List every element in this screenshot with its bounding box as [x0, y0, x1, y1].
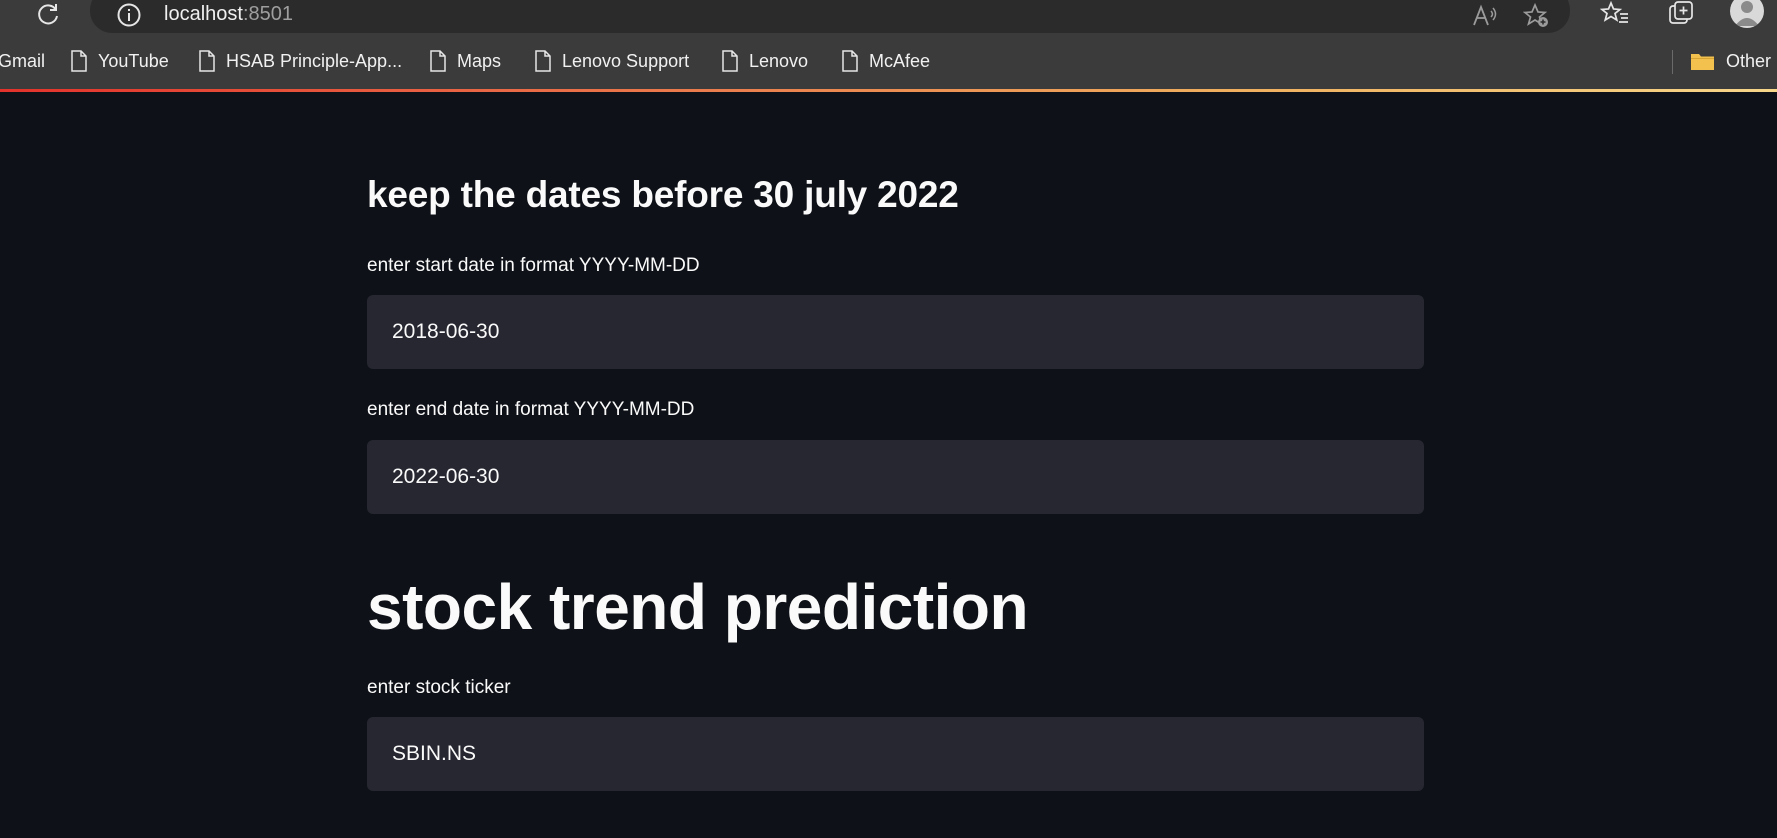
browser-chrome: localhost:8501 Gmail YouTube HSAB Princi… [0, 0, 1777, 92]
bookmark-label: Lenovo Support [562, 50, 690, 71]
bookmark-hsab[interactable]: HSAB Principle-App... [198, 44, 402, 78]
bookmark-youtube[interactable]: YouTube [70, 44, 169, 78]
page-icon [721, 49, 739, 73]
page-icon [429, 49, 447, 73]
bookmark-gmail[interactable]: Gmail [0, 44, 45, 78]
url-port: :8501 [242, 3, 293, 25]
start-date-label: enter start date in format YYYY-MM-DD [367, 255, 700, 276]
end-date-label: enter end date in format YYYY-MM-DD [367, 399, 695, 420]
page-title: stock trend prediction [367, 571, 1029, 643]
bookmark-label: Gmail [0, 50, 46, 71]
bookmark-maps[interactable]: Maps [429, 44, 501, 78]
bookmark-label: Lenovo [749, 50, 809, 71]
read-aloud-icon[interactable] [1470, 2, 1500, 30]
folder-icon [1690, 50, 1716, 72]
start-date-input[interactable] [367, 295, 1424, 369]
favorites-icon[interactable] [1598, 0, 1632, 28]
app-main: keep the dates before 30 july 2022 enter… [0, 92, 1777, 838]
bookmark-label: McAfee [869, 50, 931, 71]
page-icon [841, 49, 859, 73]
profile-avatar[interactable] [1730, 0, 1764, 28]
url-text[interactable]: localhost:8501 [164, 0, 293, 28]
address-bar[interactable]: localhost:8501 [90, 0, 1570, 33]
page-icon [70, 49, 88, 73]
bookmark-label: Maps [457, 50, 502, 71]
bookmark-label: YouTube [98, 50, 169, 71]
url-host: localhost [164, 3, 243, 25]
page-icon [198, 49, 216, 73]
ticker-label: enter stock ticker [367, 677, 511, 698]
bookmarks-divider [1672, 50, 1673, 74]
bookmark-lenovo[interactable]: Lenovo [721, 44, 808, 78]
bookmark-label: Other [1726, 50, 1772, 71]
bookmark-lenovo-support[interactable]: Lenovo Support [534, 44, 689, 78]
end-date-input[interactable] [367, 440, 1424, 514]
page-icon [534, 49, 552, 73]
reload-icon [38, 4, 58, 25]
bookmark-label: HSAB Principle-App... [226, 50, 403, 71]
date-heading: keep the dates before 30 july 2022 [367, 174, 959, 215]
bookmark-mcafee[interactable]: McAfee [841, 44, 930, 78]
collections-icon[interactable] [1664, 0, 1698, 28]
address-bar-row: localhost:8501 [0, 0, 1777, 36]
site-info-icon[interactable] [114, 0, 144, 30]
reload-button[interactable] [32, 0, 64, 28]
add-favorite-icon[interactable] [1522, 2, 1552, 30]
person-icon [1735, 1, 1759, 26]
bookmark-other-folder[interactable]: Other [1690, 44, 1771, 78]
bookmarks-bar: Gmail YouTube HSAB Principle-App... Maps… [0, 44, 1777, 78]
ticker-input[interactable] [367, 717, 1424, 791]
